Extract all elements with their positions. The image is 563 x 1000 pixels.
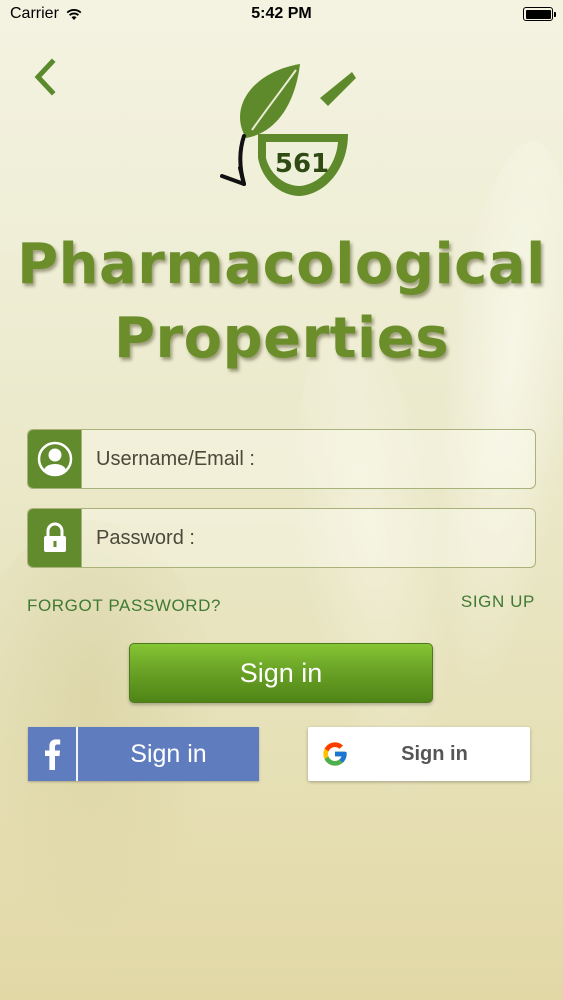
facebook-sign-in-label: Sign in — [78, 727, 259, 781]
back-button[interactable] — [28, 56, 64, 100]
logo-number: 561 — [275, 149, 329, 179]
app-logo: 561 — [200, 58, 360, 208]
password-field — [27, 508, 536, 568]
google-sign-in-label: Sign in — [401, 742, 468, 765]
facebook-icon-box — [28, 727, 78, 781]
leaf-icon — [240, 64, 300, 138]
username-field — [27, 429, 536, 489]
google-sign-in-button[interactable]: Sign in — [308, 727, 530, 781]
password-input[interactable] — [82, 509, 535, 567]
sign-in-button[interactable]: Sign in — [129, 643, 433, 703]
app-title-line-2: Properties — [113, 306, 450, 371]
battery-icon — [523, 7, 556, 21]
google-icon — [323, 742, 347, 766]
facebook-sign-in-button[interactable]: Sign in — [28, 727, 259, 781]
facebook-icon — [45, 739, 61, 770]
username-icon-box — [28, 430, 82, 488]
user-icon — [37, 441, 72, 477]
status-time: 5:42 PM — [251, 5, 312, 22]
chevron-left-icon — [34, 58, 56, 96]
app-title-line-1: Pharmacological — [17, 232, 546, 297]
username-input[interactable] — [82, 430, 535, 488]
app-title: Pharmacological Properties — [0, 228, 563, 376]
sign-up-link[interactable]: SIGN UP — [461, 592, 535, 612]
forgot-password-link[interactable]: FORGOT PASSWORD? — [27, 596, 221, 616]
password-icon-box — [28, 509, 82, 567]
status-bar: Carrier 5:42 PM — [0, 0, 563, 28]
lock-icon — [43, 522, 66, 552]
